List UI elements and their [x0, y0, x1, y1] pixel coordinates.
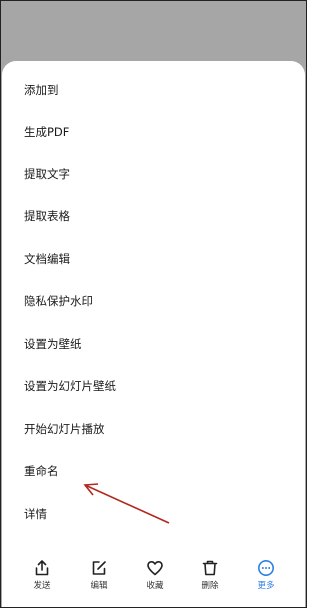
favorite-label: 收藏: [146, 581, 164, 591]
menu-item-details[interactable]: 详情: [24, 503, 47, 525]
menu-item-start-slideshow[interactable]: 开始幻灯片播放: [24, 418, 105, 440]
delete-label: 删除: [201, 581, 219, 591]
more-button[interactable]: 更多: [244, 549, 288, 597]
favorite-button[interactable]: 收藏: [133, 549, 177, 597]
menu-item-document-edit[interactable]: 文档编辑: [24, 248, 70, 270]
heart-icon: [147, 561, 163, 576]
menu-item-extract-text[interactable]: 提取文字: [24, 163, 70, 185]
action-sheet: 添加到 生成PDF 提取文字 提取表格 文档编辑 隐私保护水印 设置为壁纸 设置…: [2, 61, 305, 607]
more-label: 更多: [257, 581, 275, 591]
trash-icon: [202, 560, 218, 576]
send-label: 发送: [33, 581, 51, 591]
screen-frame: 添加到 生成PDF 提取文字 提取表格 文档编辑 隐私保护水印 设置为壁纸 设置…: [0, 0, 307, 608]
menu-item-privacy-watermark[interactable]: 隐私保护水印: [24, 290, 93, 312]
delete-button[interactable]: 删除: [188, 549, 232, 597]
menu-item-rename[interactable]: 重命名: [24, 460, 59, 482]
menu-item-extract-table[interactable]: 提取表格: [24, 205, 70, 227]
more-icon: [258, 560, 274, 576]
share-icon: [35, 560, 49, 576]
bottom-action-bar: 发送 编辑 收藏 删除 更多: [2, 549, 305, 601]
edit-icon: [92, 561, 106, 575]
edit-button[interactable]: 编辑: [77, 549, 121, 597]
menu-item-set-wallpaper[interactable]: 设置为壁纸: [24, 333, 82, 355]
menu-item-set-slideshow-wallpaper[interactable]: 设置为幻灯片壁纸: [24, 375, 116, 397]
menu-item-add-to[interactable]: 添加到: [24, 79, 59, 101]
send-button[interactable]: 发送: [20, 549, 64, 597]
menu-item-generate-pdf[interactable]: 生成PDF: [24, 121, 69, 143]
edit-label: 编辑: [90, 581, 108, 591]
